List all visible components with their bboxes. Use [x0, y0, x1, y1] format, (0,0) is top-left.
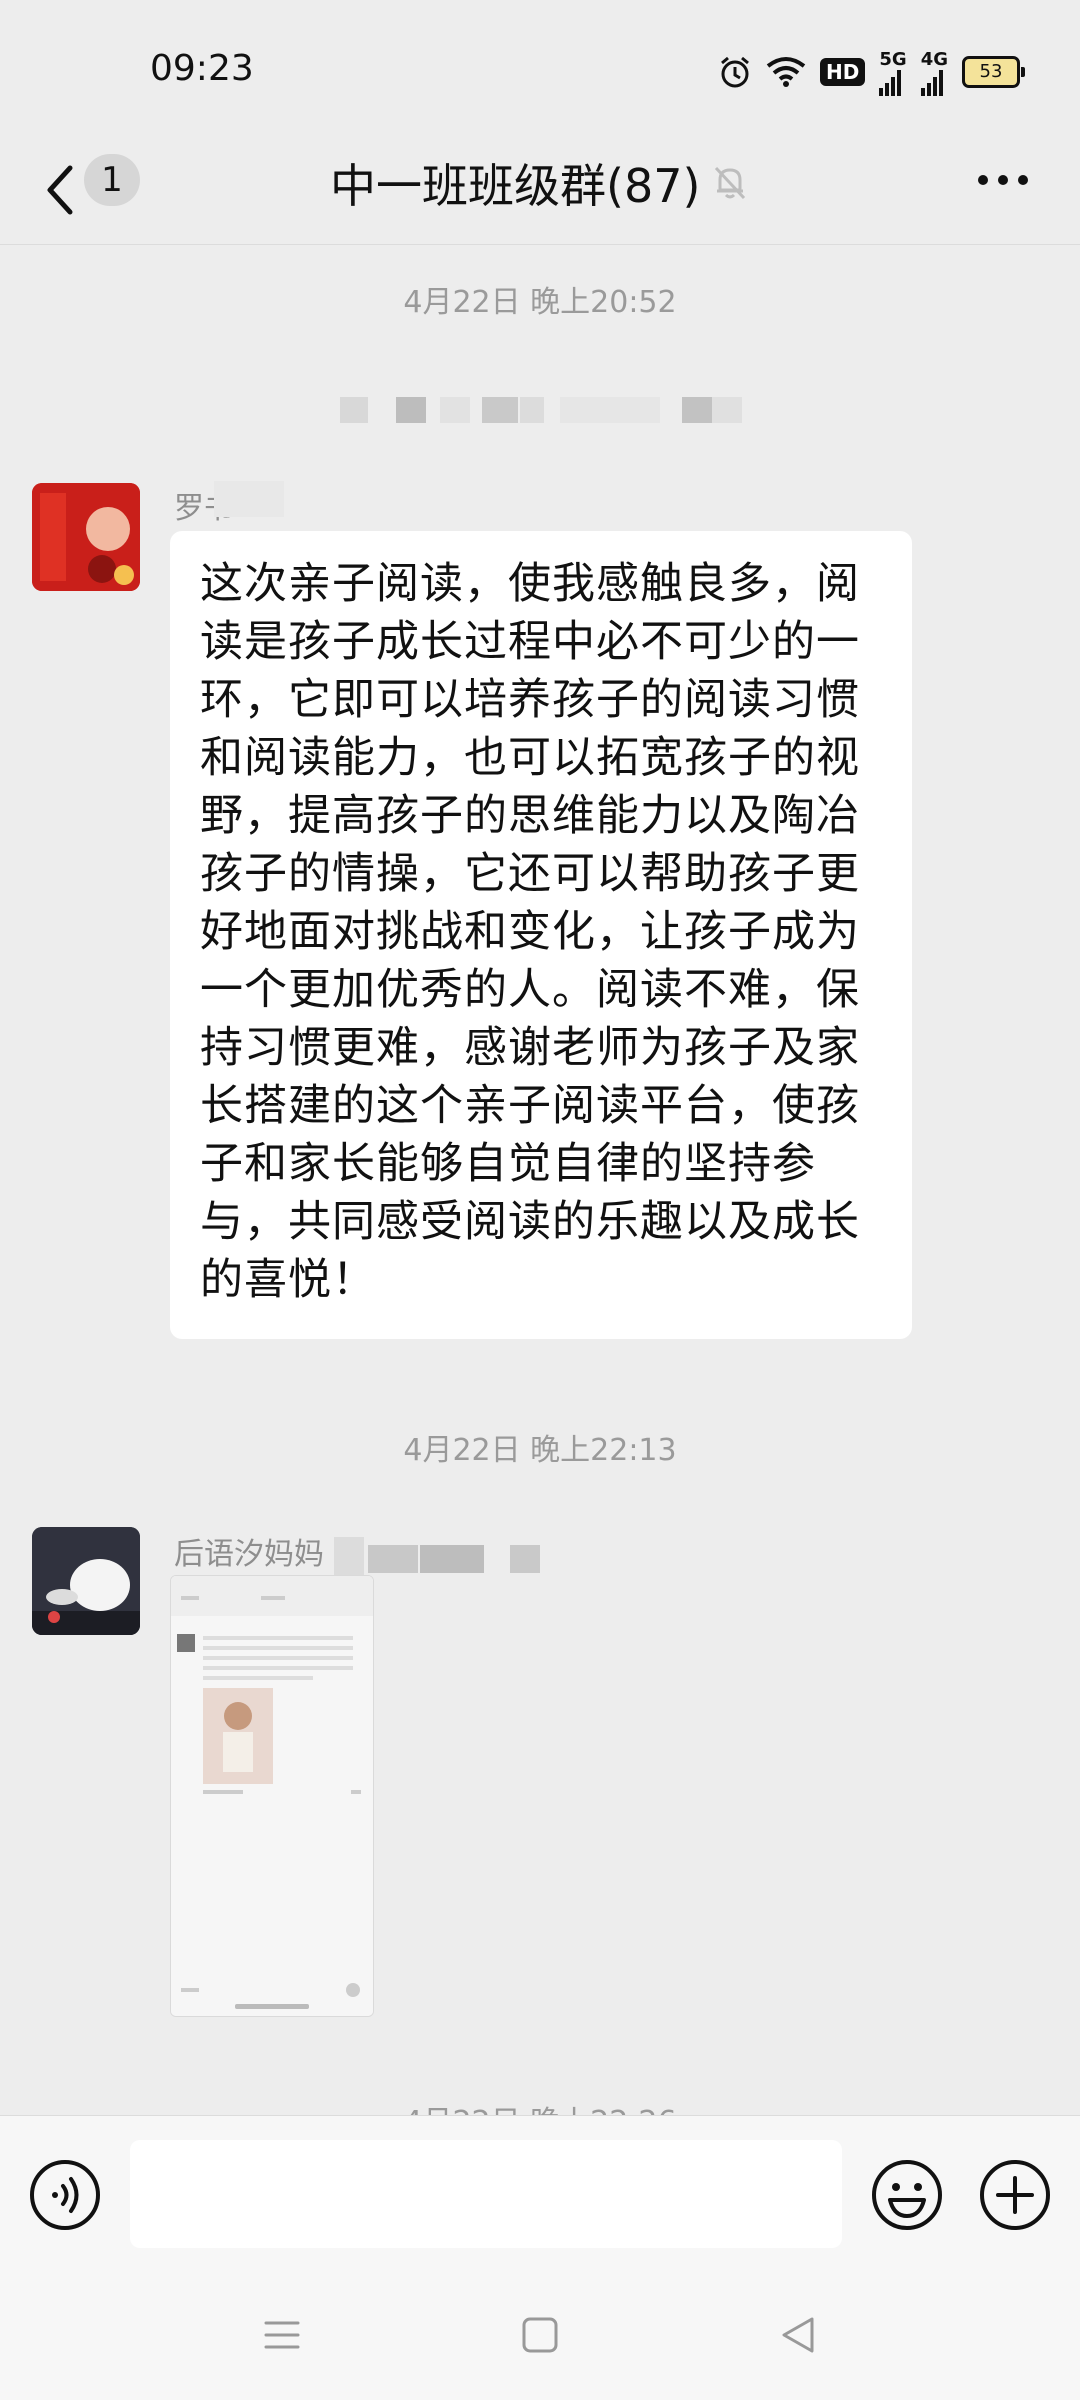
plus-button[interactable] [978, 2158, 1052, 2236]
input-bar [0, 2115, 1080, 2276]
screenshot-thumbnail [171, 1576, 373, 2016]
timestamp: 4月22日 晚上22:13 [403, 1433, 677, 1468]
back-button[interactable] [40, 158, 80, 222]
menu-icon [264, 2321, 300, 2349]
system-nav-bar [0, 2275, 1080, 2400]
battery-icon: 53 [962, 56, 1025, 88]
bell-off-icon [710, 162, 750, 206]
message-bubble[interactable]: 这次亲子阅读，使我感触良多，阅读是孩子成长过程中必不可少的一环，它即可以培养孩子… [170, 531, 912, 1339]
emoji-icon [872, 2160, 942, 2230]
blurred-sender-suffix [214, 481, 284, 517]
emoji-button[interactable] [870, 2158, 944, 2236]
home-icon [522, 2317, 558, 2353]
status-time: 09:23 [150, 48, 254, 89]
status-icons: HD 5G 4G 53 [718, 49, 1025, 96]
signal-bars-icon [879, 69, 902, 96]
triangle-back-icon [782, 2317, 814, 2353]
chat-area[interactable]: 4月22日 晚上20:52 罗书 这次亲子阅读，使我感触良多，阅读是孩子成长过程… [0, 245, 1080, 2115]
alarm-icon [718, 55, 752, 89]
sender-name: 后语汐妈妈 [174, 1537, 324, 1572]
unread-badge[interactable]: 1 [84, 154, 140, 206]
signal-5g-label: 5G [879, 48, 907, 70]
menu-button[interactable] [262, 2315, 302, 2359]
chat-title: 中一班班级群(87) [330, 159, 701, 213]
voice-icon [30, 2160, 100, 2230]
message-input[interactable] [130, 2140, 842, 2248]
more-button[interactable] [976, 162, 1030, 202]
avatar[interactable] [32, 483, 140, 591]
voice-button[interactable] [28, 2158, 102, 2236]
status-bar: 09:23 HD 5G 4G 53 [0, 0, 1080, 140]
timestamp: 4月22日 晚上20:52 [403, 285, 677, 320]
image-message[interactable] [170, 1575, 374, 2017]
message-text: 这次亲子阅读，使我感触良多，阅读是孩子成长过程中必不可少的一环，它即可以培养孩子… [200, 559, 860, 1305]
hd-badge: HD [820, 58, 866, 86]
avatar[interactable] [32, 1527, 140, 1635]
signal-5g: 5G [879, 48, 907, 96]
signal-bars-icon [920, 69, 943, 96]
avatar-image [32, 1527, 140, 1635]
more-dots-icon [978, 175, 1028, 185]
back-nav-button[interactable] [778, 2315, 818, 2359]
wifi-icon [766, 56, 806, 88]
timestamp: 4月22日 晚上22:26 [0, 2097, 1080, 2115]
avatar-image [32, 483, 140, 591]
home-button[interactable] [520, 2315, 560, 2359]
signal-4g-label: 4G [920, 48, 948, 70]
chevron-left-icon [47, 165, 73, 215]
signal-4g: 4G [920, 48, 948, 96]
plus-icon [980, 2160, 1050, 2230]
